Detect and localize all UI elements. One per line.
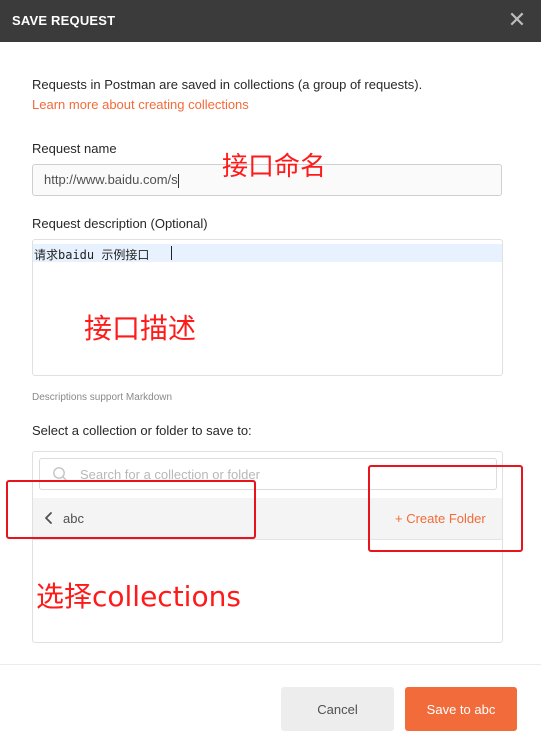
collection-picker-label: Select a collection or folder to save to… [32, 423, 252, 438]
annotation-request-description: 接口描述 [84, 312, 197, 345]
text-caret [171, 246, 172, 260]
learn-more-link[interactable]: Learn more about creating collections [32, 97, 249, 112]
close-icon[interactable]: ✕ [506, 8, 528, 32]
save-request-dialog: SAVE REQUEST ✕ Requests in Postman are s… [0, 0, 541, 731]
request-name-label: Request name [32, 141, 117, 156]
markdown-hint: Descriptions support Markdown [32, 392, 173, 403]
cancel-button[interactable]: Cancel [281, 687, 394, 731]
text-caret [177, 173, 179, 188]
dialog-title: SAVE REQUEST [12, 13, 116, 28]
request-description-label: Request description (Optional) [32, 216, 208, 231]
dialog-title-bar: SAVE REQUEST ✕ [0, 0, 541, 42]
annotation-box-create-folder [368, 465, 523, 552]
request-name-value: http://www.baidu.com/s [44, 172, 178, 187]
save-button[interactable]: Save to abc [405, 687, 517, 731]
footer-divider [0, 664, 541, 665]
annotation-request-name: 接口命名 [222, 152, 327, 182]
intro-text: Requests in Postman are saved in collect… [32, 77, 423, 92]
annotation-box-collection [6, 480, 256, 539]
request-description-value: 请求baidu 示例接口 [34, 248, 150, 262]
annotation-collections: 选择collections [36, 580, 241, 613]
